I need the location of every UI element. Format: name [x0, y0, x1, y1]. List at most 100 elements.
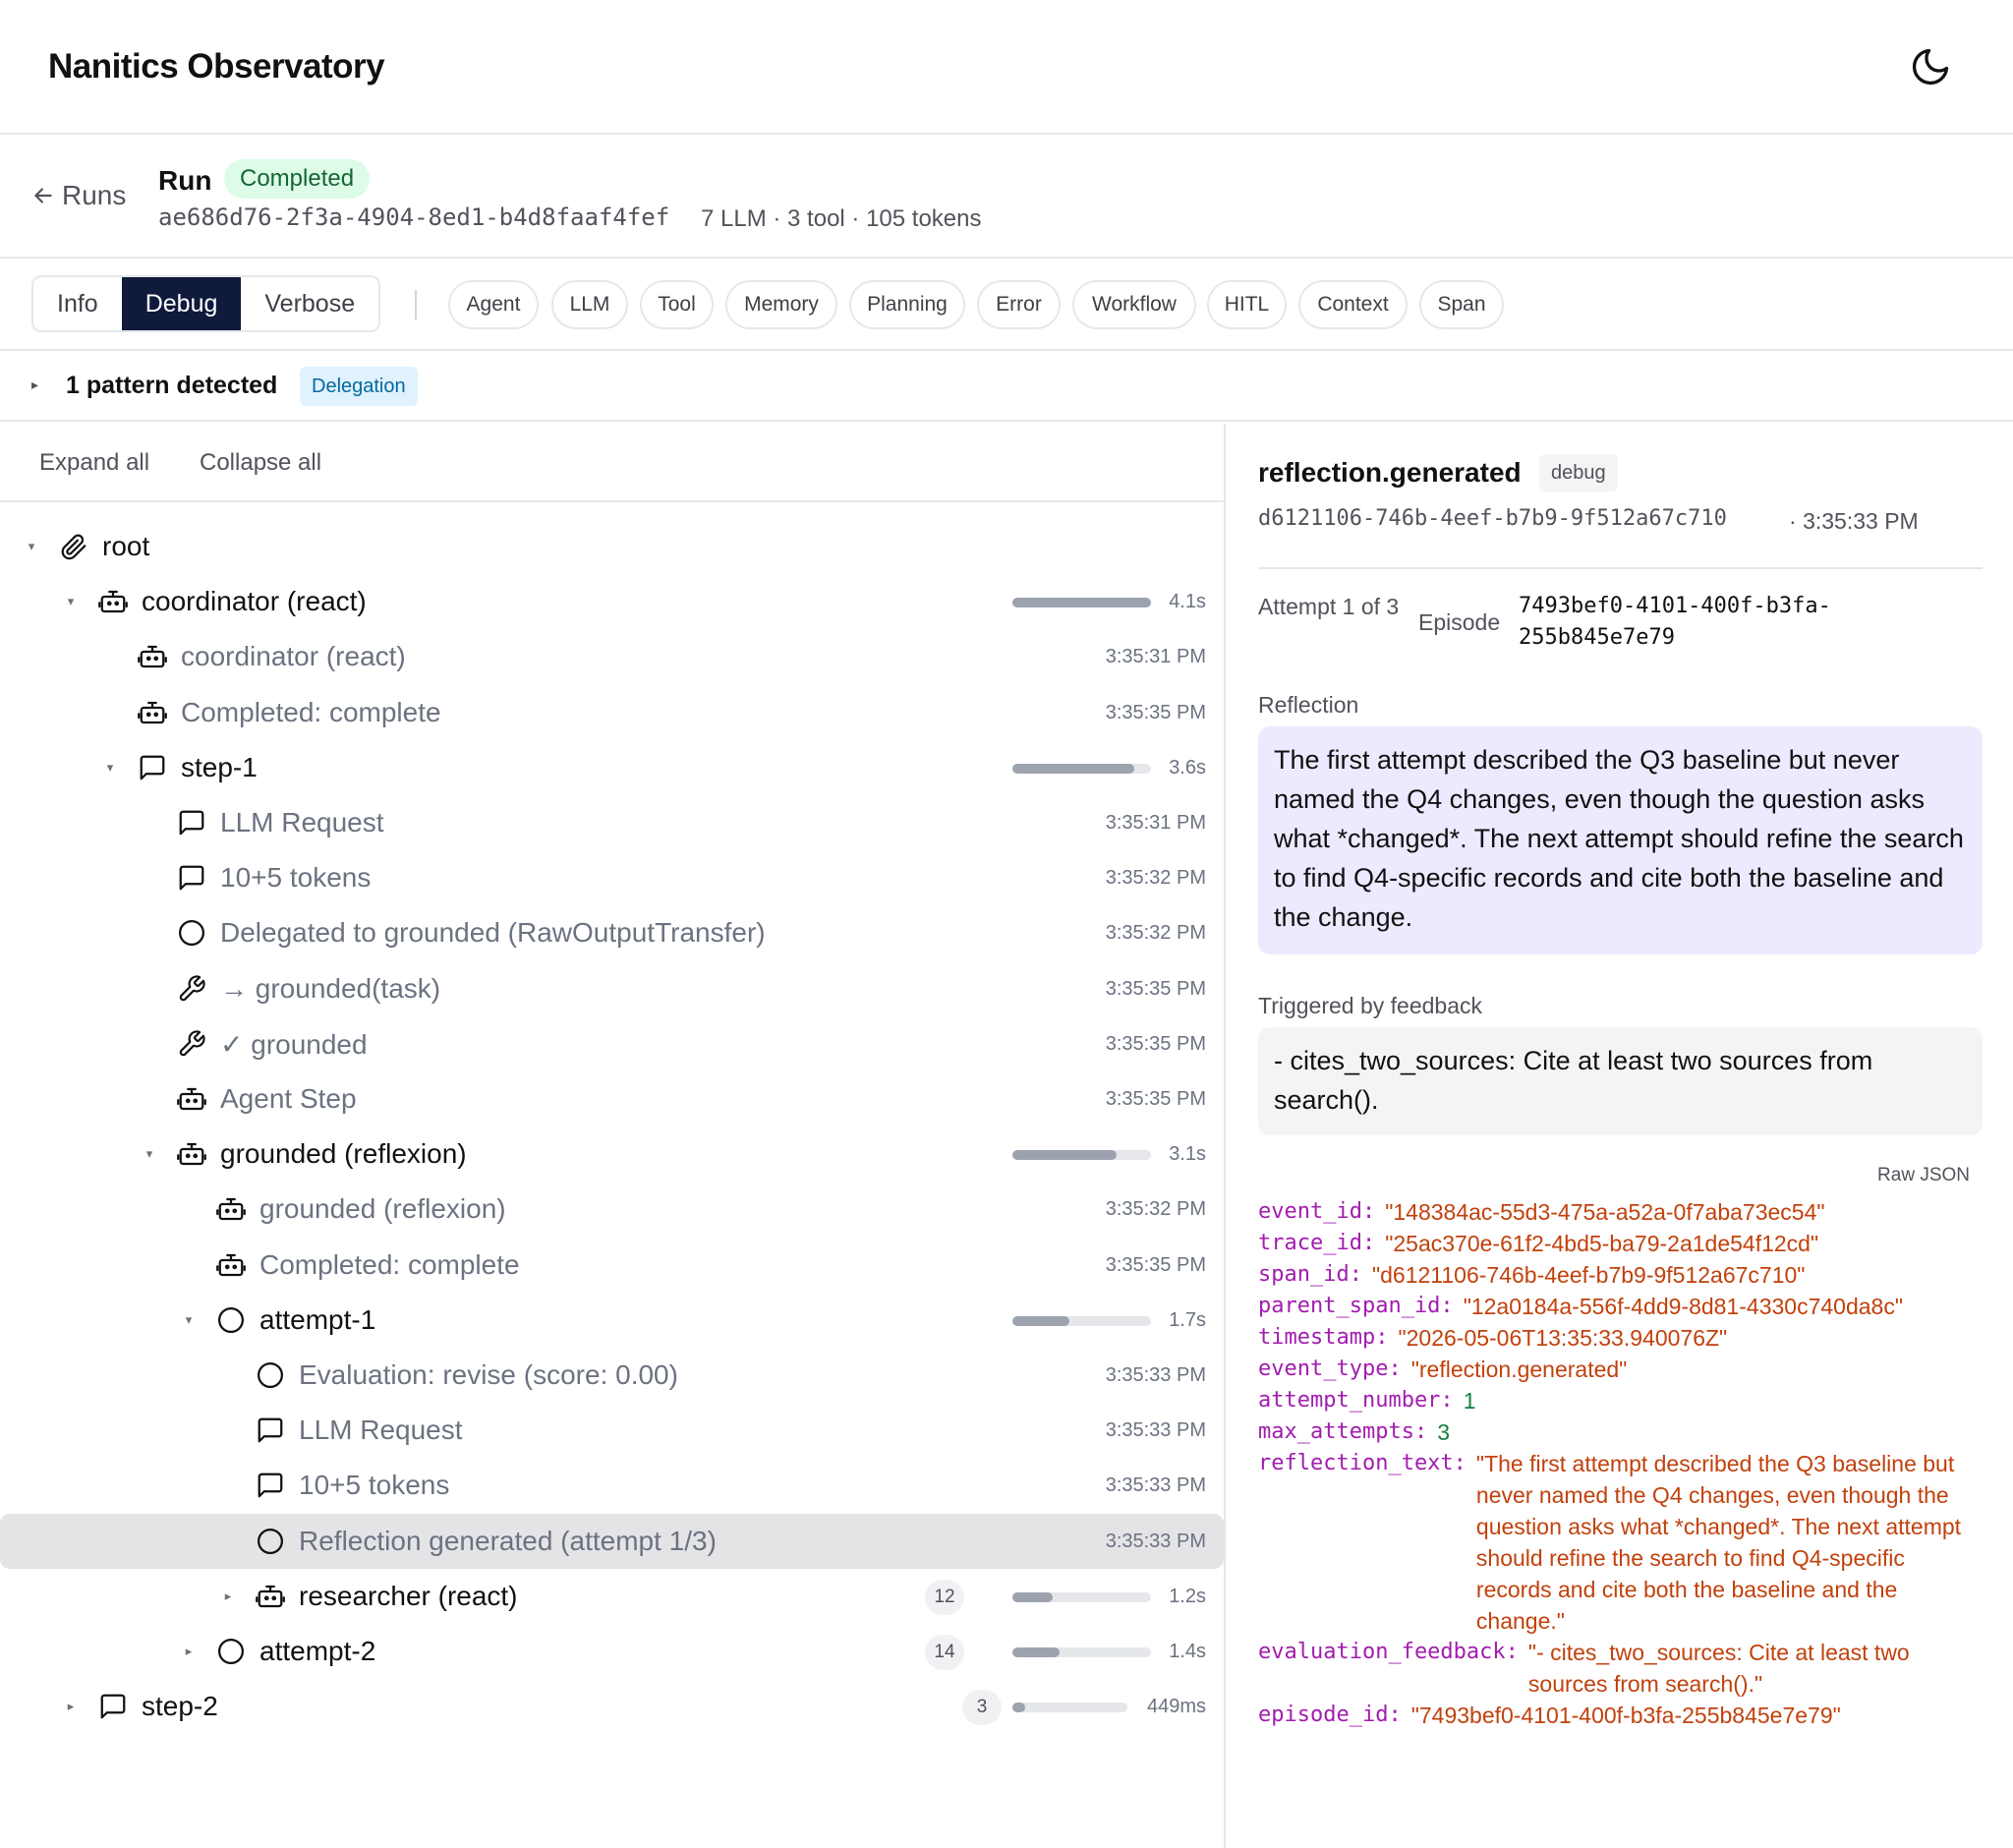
tree-row-time: 3:35:35 PM: [1105, 1033, 1206, 1055]
attempt-label: Attempt 1 of 3: [1258, 594, 1400, 619]
tree-row[interactable]: Completed: complete 3:35:35 PM: [0, 1238, 1224, 1293]
wrench-icon: [177, 974, 206, 1004]
event-level-badge: debug: [1539, 454, 1618, 491]
filter-chip-agent[interactable]: Agent: [448, 280, 539, 329]
tree-row-time: 3:35:32 PM: [1105, 1198, 1206, 1220]
json-line: event_id: "148384ac-55d3-475a-a52a-0f7aba…: [1258, 1196, 1985, 1228]
expand-caret-icon[interactable]: ▸: [220, 1588, 236, 1604]
filter-chip-context[interactable]: Context: [1298, 280, 1408, 329]
filter-chip-workflow[interactable]: Workflow: [1072, 280, 1196, 329]
collapse-caret-icon[interactable]: ▾: [181, 1312, 197, 1328]
collapse-caret-icon[interactable]: ▾: [24, 539, 39, 554]
expand-all-button[interactable]: Expand all: [39, 449, 149, 477]
theme-toggle-button[interactable]: [1909, 45, 1952, 88]
moon-icon: [1912, 48, 1949, 86]
tree-row-time: 3:35:33 PM: [1105, 1474, 1206, 1496]
duration-bar: [1012, 1316, 1151, 1326]
tree-row-duration: 3.6s: [1169, 757, 1206, 779]
duration-bar: [1012, 764, 1151, 774]
tree-row-label: Evaluation: revise (score: 0.00): [299, 1359, 678, 1390]
tree-row[interactable]: LLM Request 3:35:33 PM: [0, 1403, 1224, 1458]
tree-row[interactable]: ▾ coordinator (react) 4.1s: [0, 574, 1224, 629]
tree-row-selected[interactable]: Reflection generated (attempt 1/3) 3:35:3…: [0, 1514, 1224, 1569]
json-line: event_type: "reflection.generated": [1258, 1354, 1985, 1385]
tree-row[interactable]: ✓ grounded 3:35:35 PM: [0, 1016, 1224, 1071]
tree-row[interactable]: → grounded(task) 3:35:35 PM: [0, 961, 1224, 1016]
tree-row-time: 3:35:33 PM: [1105, 1364, 1206, 1386]
tree-row-label: ✓ grounded: [220, 1029, 368, 1060]
robot-icon: [138, 698, 167, 727]
robot-icon: [216, 1194, 246, 1224]
arrow-left-icon: [34, 188, 52, 203]
robot-icon: [256, 1582, 285, 1611]
filter-chip-hitl[interactable]: HITL: [1207, 280, 1287, 329]
patterns-bar: ▸ 1 pattern detected Delegation: [0, 353, 2013, 422]
tree-row[interactable]: ▾ step-1 3.6s: [0, 740, 1224, 795]
collapse-caret-icon[interactable]: ▾: [102, 760, 118, 776]
filter-chip-span[interactable]: Span: [1419, 280, 1504, 329]
event-title: reflection.generated: [1258, 457, 1522, 488]
tree-row[interactable]: ▾ attempt-1 1.7s: [0, 1293, 1224, 1348]
tree-row-label: researcher (react): [299, 1581, 518, 1611]
patterns-toggle-caret[interactable]: ▸: [31, 376, 38, 393]
json-key: attempt_number:: [1258, 1388, 1454, 1413]
robot-icon: [216, 1250, 246, 1280]
tree-row[interactable]: ▾ grounded (reflexion) 3.1s: [0, 1126, 1224, 1182]
robot-icon: [177, 1139, 206, 1169]
paperclip-icon: [59, 532, 88, 561]
duration-bar-fill: [1012, 598, 1151, 607]
json-value: "2026-05-06T13:35:33.940076Z": [1398, 1325, 1728, 1351]
tree-row-time: 3:35:33 PM: [1105, 1419, 1206, 1441]
tree-row[interactable]: LLM Request 3:35:31 PM: [0, 795, 1224, 850]
message-square-icon: [256, 1415, 285, 1445]
level-info-button[interactable]: Info: [33, 277, 122, 330]
episode-label: Episode: [1418, 609, 1501, 635]
patterns-summary[interactable]: 1 pattern detected: [66, 372, 277, 400]
json-value: 1: [1463, 1388, 1476, 1414]
filter-chip-tool[interactable]: Tool: [640, 280, 714, 329]
tree-row[interactable]: Delegated to grounded (RawOutputTransfer…: [0, 905, 1224, 960]
level-debug-button[interactable]: Debug: [121, 277, 242, 330]
filter-chip-error[interactable]: Error: [977, 280, 1061, 329]
tree-row[interactable]: Evaluation: revise (score: 0.00) 3:35:33 …: [0, 1348, 1224, 1403]
tree-row[interactable]: coordinator (react) 3:35:31 PM: [0, 629, 1224, 684]
tree-row-time: 3:35:31 PM: [1105, 646, 1206, 667]
tree-row[interactable]: ▸ step-2 449ms 3: [0, 1679, 1224, 1734]
filter-chip-llm[interactable]: LLM: [551, 280, 628, 329]
circle-icon: [256, 1527, 285, 1556]
filter-chip-memory[interactable]: Memory: [725, 280, 837, 329]
filter-chip-planning[interactable]: Planning: [849, 280, 965, 329]
expand-caret-icon[interactable]: ▸: [63, 1699, 79, 1714]
robot-icon: [177, 1084, 206, 1114]
tree-row-label: 10+5 tokens: [220, 862, 372, 893]
json-value: "7493bef0-4101-400f-b3fa-255b845e7e79": [1410, 1703, 1841, 1728]
json-line: parent_span_id: "12a0184a-556f-4dd9-8d81-…: [1258, 1291, 1985, 1322]
tree-row[interactable]: ▸ attempt-2 1.4s 14: [0, 1624, 1224, 1679]
collapse-all-button[interactable]: Collapse all: [200, 449, 321, 477]
tree-row[interactable]: Completed: complete 3:35:35 PM: [0, 685, 1224, 740]
collapse-caret-icon[interactable]: ▾: [63, 594, 79, 609]
tree-row[interactable]: Agent Step 3:35:35 PM: [0, 1071, 1224, 1126]
json-value: "148384ac-55d3-475a-a52a-0f7aba73ec54": [1385, 1199, 1825, 1225]
json-value: "The first attempt described the Q3 base…: [1475, 1451, 1962, 1634]
tree-row-label: attempt-2: [259, 1636, 376, 1666]
tree-row[interactable]: ▸ researcher (react) 1.2s 12: [0, 1569, 1224, 1624]
json-key: parent_span_id:: [1258, 1294, 1454, 1318]
back-to-runs-link[interactable]: Runs: [30, 180, 126, 211]
tree-row-label: Agent Step: [220, 1083, 357, 1114]
tree-row-time: 3:35:35 PM: [1105, 978, 1206, 1000]
tree-row[interactable]: 10+5 tokens 3:35:33 PM: [0, 1458, 1224, 1513]
level-verbose-button[interactable]: Verbose: [241, 277, 378, 330]
app-header: Nanitics Observatory: [0, 0, 2013, 135]
child-count-badge: 3: [962, 1690, 1002, 1725]
collapse-caret-icon[interactable]: ▾: [142, 1146, 157, 1162]
pattern-badge[interactable]: Delegation: [300, 367, 418, 406]
tree-row[interactable]: 10+5 tokens 3:35:32 PM: [0, 850, 1224, 905]
tree-toolbar: Expand all Collapse all: [0, 424, 1224, 502]
tree-row[interactable]: grounded (reflexion) 3:35:32 PM: [0, 1182, 1224, 1237]
tree-row-label: step-2: [142, 1691, 218, 1721]
run-id: ae686d76-2f3a-4904-8ed1-b4d8faaf4fef: [158, 203, 670, 231]
expand-caret-icon[interactable]: ▸: [181, 1644, 197, 1659]
tree-row[interactable]: ▾ root: [0, 519, 1224, 574]
tree-row-label: Completed: complete: [181, 697, 441, 727]
